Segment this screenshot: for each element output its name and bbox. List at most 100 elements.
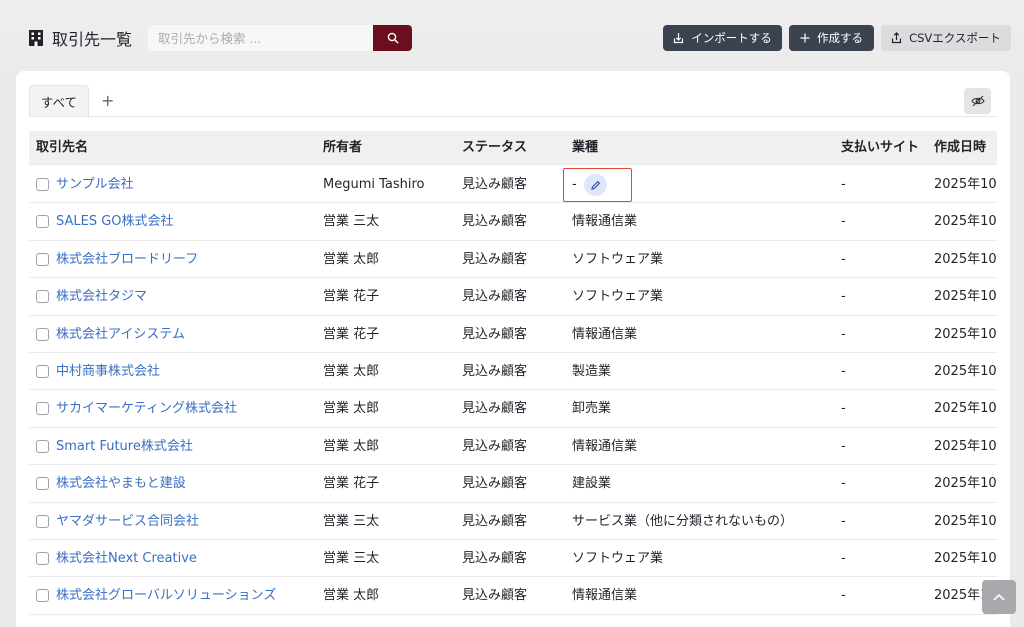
created-at-cell: 2025年10月 bbox=[934, 251, 997, 267]
import-button[interactable]: インポートする bbox=[663, 25, 782, 51]
account-name-link[interactable]: サカイマーケティング株式会社 bbox=[56, 390, 237, 427]
payment-terms-cell: - bbox=[841, 588, 846, 604]
created-at-cell: 2025年10月 bbox=[934, 438, 997, 454]
search-button[interactable] bbox=[373, 25, 412, 51]
account-name-link[interactable]: 株式会社アイシステム bbox=[56, 316, 185, 353]
status-cell: 見込み顧客 bbox=[462, 289, 528, 305]
created-at-cell: 2025年10月 bbox=[934, 326, 997, 342]
scroll-to-top-button[interactable] bbox=[982, 580, 1016, 614]
payment-terms-cell: - bbox=[841, 438, 846, 454]
industry-cell: サービス業（他に分類されないもの） bbox=[572, 513, 794, 529]
owner-cell: 営業 太郎 bbox=[323, 401, 380, 417]
status-cell: 見込み顧客 bbox=[462, 513, 528, 529]
account-name-link[interactable]: ヤマダサービス合同会社 bbox=[56, 503, 199, 540]
csv-export-button[interactable]: CSVエクスポート bbox=[881, 25, 1011, 51]
table-row: サカイマーケティング株式会社 営業 太郎 見込み顧客 卸売業 - 2025年10月 bbox=[29, 390, 997, 428]
owner-cell: 営業 花子 bbox=[323, 476, 380, 492]
row-checkbox[interactable] bbox=[36, 365, 49, 378]
row-checkbox[interactable] bbox=[36, 327, 49, 341]
tabs-divider bbox=[29, 116, 997, 117]
industry-cell: 建設業 bbox=[572, 476, 612, 492]
industry-cell: ソフトウェア業 bbox=[572, 289, 664, 305]
column-header-industry[interactable]: 業種 bbox=[572, 131, 598, 165]
create-button-label: 作成する bbox=[817, 31, 863, 45]
industry-cell: 情報通信業 bbox=[572, 588, 638, 604]
created-at-cell: 2025年10月 bbox=[934, 401, 997, 417]
row-checkbox[interactable] bbox=[36, 215, 49, 229]
import-icon bbox=[674, 33, 684, 44]
table-row: 株式会社アイシステム 営業 花子 見込み顧客 情報通信業 - 2025年10月 bbox=[29, 316, 997, 353]
status-cell: 見込み顧客 bbox=[462, 476, 528, 492]
owner-cell: 営業 太郎 bbox=[323, 364, 380, 379]
import-button-label: インポートする bbox=[691, 31, 772, 45]
payment-terms-cell: - bbox=[841, 401, 846, 417]
industry-cell: ソフトウェア業 bbox=[572, 551, 664, 566]
account-name-link[interactable]: サンプル会社 bbox=[56, 166, 134, 203]
created-at-cell: 2025年10月 bbox=[934, 513, 997, 529]
payment-terms-cell: - bbox=[841, 177, 846, 192]
owner-cell: Megumi Tashiro bbox=[323, 177, 425, 192]
status-cell: 見込み顧客 bbox=[462, 551, 528, 566]
account-name-link[interactable]: 株式会社グローバルソリューションズ bbox=[56, 577, 276, 614]
table-row: 株式会社タジマ 営業 花子 見込み顧客 ソフトウェア業 - 2025年10月 bbox=[29, 278, 997, 316]
chevron-up-icon bbox=[993, 593, 1005, 601]
status-cell: 見込み顧客 bbox=[462, 251, 528, 267]
industry-edit-button[interactable] bbox=[584, 174, 607, 196]
create-button[interactable]: 作成する bbox=[789, 25, 874, 51]
table-row: サンプル会社Megumi Tashiro見込み顧客--2025年10月 bbox=[29, 166, 997, 204]
account-name-link[interactable]: 株式会社Next Creative bbox=[56, 540, 197, 577]
row-checkbox[interactable] bbox=[36, 514, 49, 528]
account-name-link[interactable]: 株式会社タジマ bbox=[56, 278, 147, 315]
row-checkbox[interactable] bbox=[36, 477, 49, 491]
search-input[interactable] bbox=[148, 25, 373, 51]
column-header-owner[interactable]: 所有者 bbox=[323, 131, 362, 165]
column-header-status[interactable]: ステータス bbox=[462, 131, 527, 165]
owner-cell: 営業 三太 bbox=[323, 214, 380, 230]
owner-cell: 営業 太郎 bbox=[323, 251, 380, 267]
row-checkbox[interactable] bbox=[36, 589, 49, 603]
account-name-link[interactable]: SALES GO株式会社 bbox=[56, 203, 174, 240]
created-at-cell: 2025年10月 bbox=[934, 364, 997, 379]
account-name-link[interactable]: Smart Future株式会社 bbox=[56, 428, 193, 465]
row-checkbox[interactable] bbox=[36, 252, 49, 266]
column-header-created-at[interactable]: 作成日時 bbox=[934, 131, 986, 165]
account-name-link[interactable]: 株式会社ブロードリーフ bbox=[56, 241, 198, 278]
owner-cell: 営業 花子 bbox=[323, 326, 380, 342]
status-cell: 見込み顧客 bbox=[462, 438, 528, 454]
account-name-link[interactable]: 中村商事株式会社 bbox=[56, 353, 160, 390]
created-at-cell: 2025年10月 bbox=[934, 551, 997, 566]
payment-terms-cell: - bbox=[841, 214, 846, 230]
status-cell: 見込み顧客 bbox=[462, 401, 528, 417]
column-header-name[interactable]: 取引先名 bbox=[36, 131, 88, 165]
status-cell: 見込み顧客 bbox=[462, 326, 528, 342]
building-icon bbox=[29, 30, 43, 46]
industry-cell: 情報通信業 bbox=[572, 438, 638, 454]
csv-export-button-label: CSVエクスポート bbox=[909, 31, 1001, 45]
row-checkbox[interactable] bbox=[36, 439, 49, 453]
row-checkbox[interactable] bbox=[36, 178, 49, 191]
hide-columns-button[interactable] bbox=[964, 88, 991, 114]
page-header: 取引先一覧 インポートする 作成する CSVエクスポート bbox=[0, 0, 1024, 72]
row-checkbox[interactable] bbox=[36, 290, 49, 304]
payment-terms-cell: - bbox=[841, 551, 846, 566]
table-row: 株式会社ブロードリーフ 営業 太郎 見込み顧客 ソフトウェア業 - 2025年10月 bbox=[29, 241, 997, 279]
table-row: ヤマダサービス合同会社 営業 三太 見込み顧客 サービス業（他に分類されないもの） - 2… bbox=[29, 503, 997, 540]
tab-all[interactable]: すべて bbox=[29, 85, 89, 116]
plus-icon bbox=[800, 33, 810, 43]
table-row: 株式会社やまもと建設 営業 花子 見込み顧客 建設業 - 2025年10月 bbox=[29, 465, 997, 503]
tab-all-label: すべて bbox=[40, 94, 78, 110]
industry-cell: ソフトウェア業 bbox=[572, 251, 664, 267]
owner-cell: 営業 太郎 bbox=[323, 588, 380, 604]
row-checkbox[interactable] bbox=[36, 552, 49, 565]
account-name-link[interactable]: 株式会社やまもと建設 bbox=[56, 465, 186, 502]
table-row: SALES GO株式会社 営業 三太 見込み顧客 情報通信業 - 2025年10月 bbox=[29, 203, 997, 241]
status-cell: 見込み顧客 bbox=[462, 214, 528, 230]
column-header-payment-terms[interactable]: 支払いサイト bbox=[841, 131, 919, 165]
owner-cell: 営業 太郎 bbox=[323, 438, 380, 454]
pencil-icon bbox=[591, 180, 601, 190]
payment-terms-cell: - bbox=[841, 289, 846, 305]
add-tab-button[interactable]: + bbox=[101, 91, 114, 110]
table-header: 取引先名 所有者 ステータス 業種 支払いサイト 作成日時 bbox=[29, 131, 997, 165]
created-at-cell: 2025年10月 bbox=[934, 177, 997, 192]
row-checkbox[interactable] bbox=[36, 402, 49, 416]
